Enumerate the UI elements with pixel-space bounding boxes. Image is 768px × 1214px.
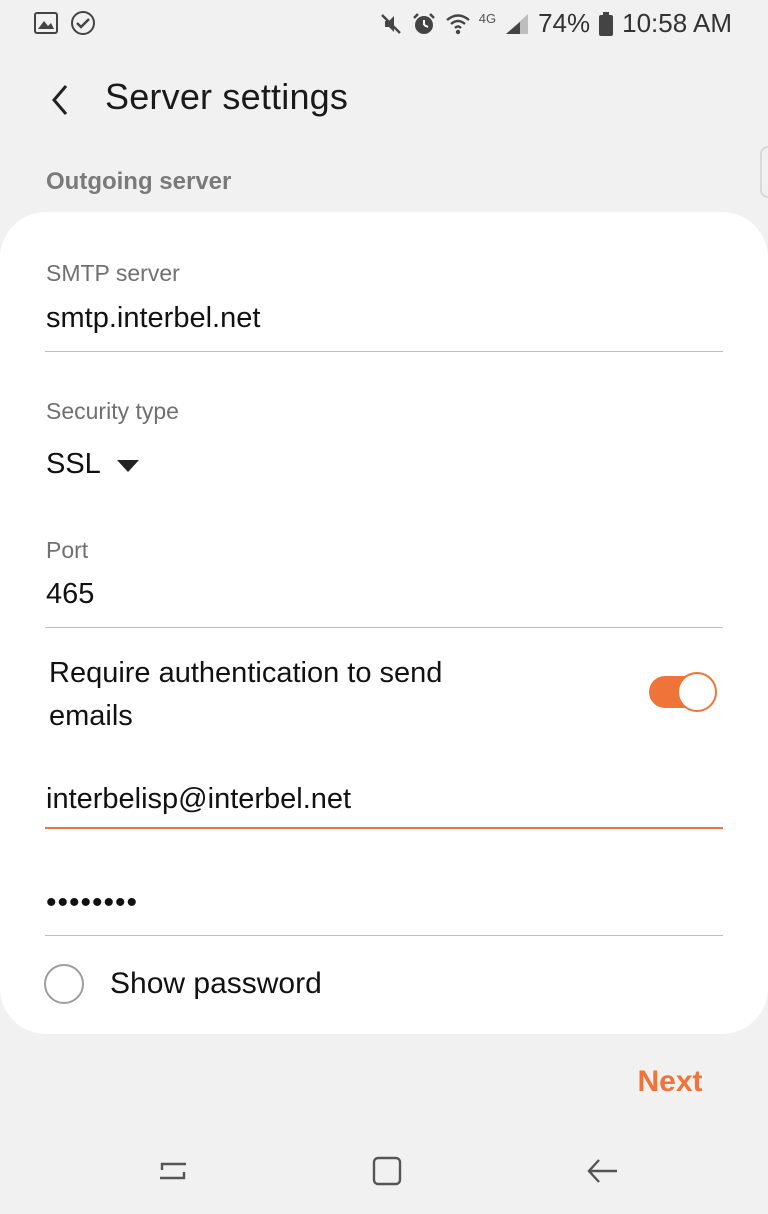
caret-down-icon xyxy=(116,459,139,472)
port-label: Port xyxy=(46,537,89,563)
back-icon xyxy=(587,1159,617,1183)
recents-button[interactable] xyxy=(148,1146,198,1196)
smtp-server-input[interactable]: smtp.interbel.net xyxy=(46,302,706,335)
next-button[interactable]: Next xyxy=(620,1056,720,1108)
alarm-icon xyxy=(411,11,437,37)
back-button[interactable] xyxy=(38,74,82,126)
battery-percent: 74% xyxy=(538,8,591,38)
wifi-icon xyxy=(445,12,471,36)
toggle-knob xyxy=(677,672,717,712)
security-type-dropdown[interactable]: SSL xyxy=(46,448,139,481)
scroll-indicator xyxy=(760,146,768,198)
network-type-label: 4G xyxy=(478,11,497,26)
status-bar: 4G 74% 10:58 AM xyxy=(0,0,768,48)
show-password-label: Show password xyxy=(110,967,322,1000)
recents-icon xyxy=(160,1162,186,1180)
username-input[interactable]: interbelisp@interbel.net xyxy=(46,783,706,816)
password-underline xyxy=(45,935,723,936)
unchecked-circle-icon xyxy=(44,964,84,1004)
check-circle-icon xyxy=(70,10,96,36)
security-type-label: Security type xyxy=(46,398,179,424)
status-left-icons xyxy=(34,10,96,36)
mute-icon xyxy=(379,12,403,36)
home-button[interactable] xyxy=(362,1146,412,1196)
home-icon xyxy=(372,1156,402,1186)
gallery-icon xyxy=(34,12,58,34)
port-underline xyxy=(45,627,723,628)
battery-icon xyxy=(598,11,614,37)
smtp-server-underline xyxy=(45,351,723,352)
signal-icon xyxy=(504,12,530,36)
smtp-server-label: SMTP server xyxy=(46,260,180,286)
nav-back-button[interactable] xyxy=(578,1146,628,1196)
username-underline-active xyxy=(45,827,723,829)
app-header: Server settings xyxy=(0,68,768,132)
require-auth-label: Require authentication to send emails xyxy=(49,657,443,732)
port-input[interactable]: 465 xyxy=(46,578,706,611)
require-auth-toggle[interactable] xyxy=(649,672,717,712)
chevron-left-icon xyxy=(52,85,68,115)
status-right-icons: 4G 74% 10:58 AM xyxy=(379,8,732,39)
navigation-bar xyxy=(0,1126,768,1214)
password-input[interactable]: •••••••• xyxy=(46,886,138,920)
section-label: Outgoing server xyxy=(46,168,232,195)
clock: 10:58 AM xyxy=(622,8,732,38)
security-type-value: SSL xyxy=(46,448,101,480)
page-title: Server settings xyxy=(105,76,349,117)
show-password-checkbox[interactable]: Show password xyxy=(44,964,322,1004)
